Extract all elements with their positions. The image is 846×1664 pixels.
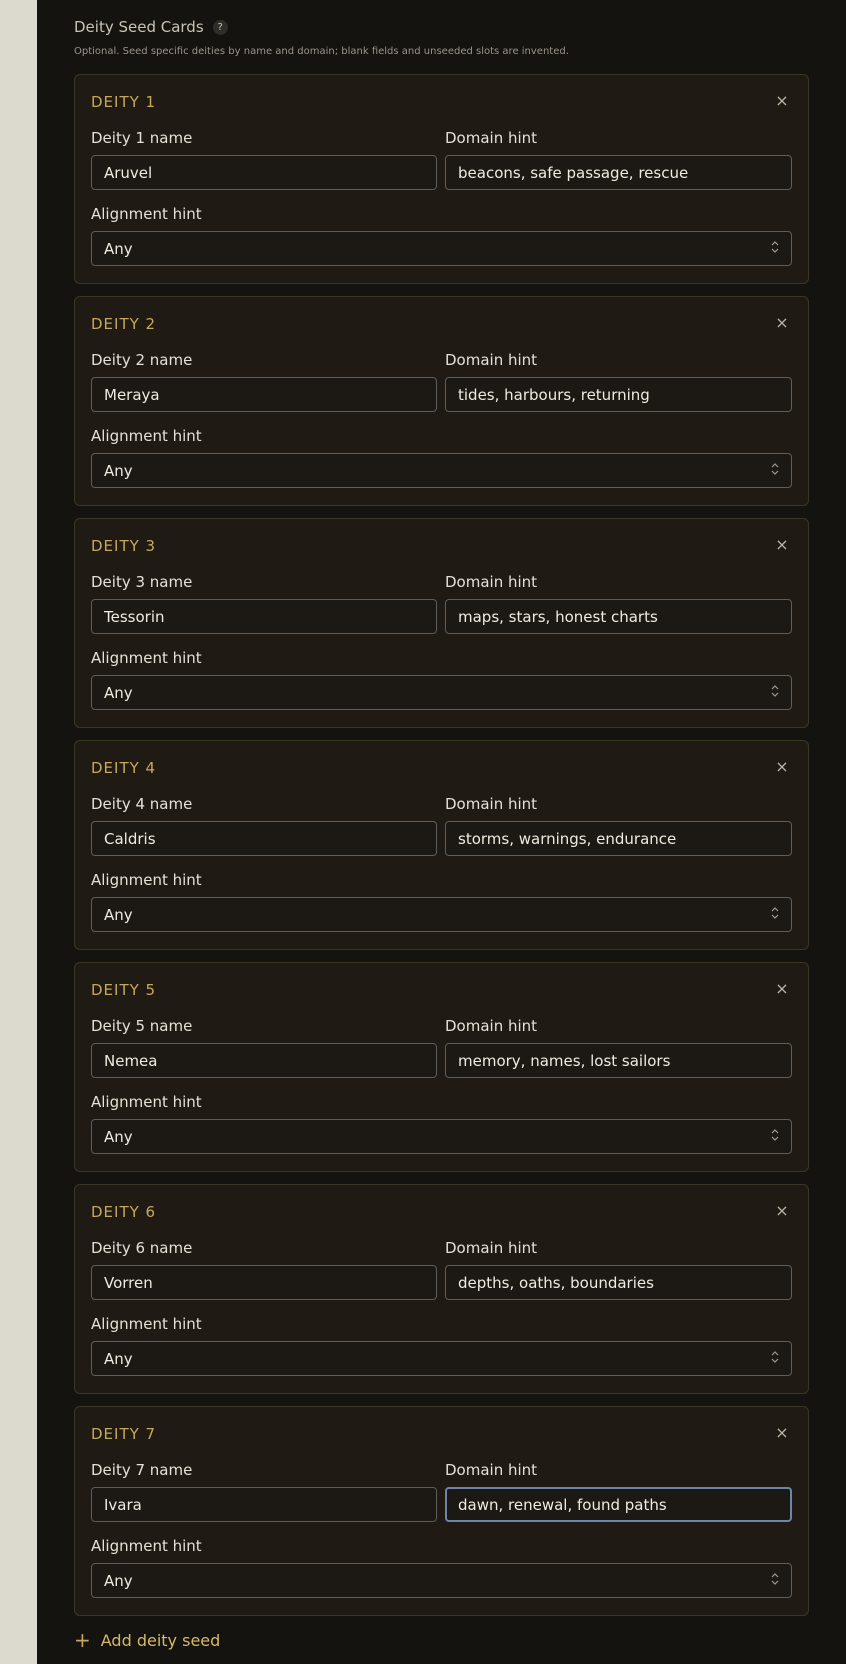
chevron-updown-icon [771, 1573, 779, 1588]
alignment-hint-select[interactable]: Any [91, 453, 792, 488]
domain-hint-label: Domain hint [445, 573, 538, 591]
domain-hint-label: Domain hint [445, 351, 538, 369]
domain-hint-input[interactable] [445, 599, 792, 634]
alignment-hint-value: Any [104, 239, 133, 258]
section-title: Deity Seed Cards [74, 18, 204, 36]
add-deity-seed-label: Add deity seed [100, 1630, 221, 1650]
chevron-updown-icon [771, 907, 779, 922]
close-icon[interactable]: × [772, 533, 792, 555]
deity-name-input[interactable] [91, 1265, 437, 1300]
section-header: Deity Seed Cards ? [74, 18, 228, 36]
deity-name-label: Deity 5 name [91, 1017, 193, 1035]
deity-card-title: DEITY 4 [91, 759, 157, 777]
deity-name-label: Deity 6 name [91, 1239, 193, 1257]
domain-hint-input[interactable] [445, 1265, 792, 1300]
close-icon[interactable]: × [772, 755, 792, 777]
deity-card: DEITY 3 × Deity 3 name Domain hint Align… [74, 518, 809, 728]
close-icon[interactable]: × [772, 977, 792, 999]
chevron-updown-icon [771, 685, 779, 700]
domain-hint-label: Domain hint [445, 129, 538, 147]
deity-card: DEITY 4 × Deity 4 name Domain hint Align… [74, 740, 809, 950]
domain-hint-label: Domain hint [445, 1239, 538, 1257]
deity-card-title: DEITY 6 [91, 1203, 157, 1221]
alignment-hint-label: Alignment hint [91, 871, 202, 889]
alignment-hint-select[interactable]: Any [91, 897, 792, 932]
deity-card-title: DEITY 1 [91, 93, 157, 111]
deity-name-input[interactable] [91, 1487, 437, 1522]
deity-card: DEITY 5 × Deity 5 name Domain hint Align… [74, 962, 809, 1172]
section-description: Optional. Seed specific deities by name … [74, 46, 569, 57]
deity-card-title: DEITY 7 [91, 1425, 157, 1443]
chevron-updown-icon [771, 463, 779, 478]
deity-name-label: Deity 3 name [91, 573, 193, 591]
deity-card: DEITY 6 × Deity 6 name Domain hint Align… [74, 1184, 809, 1394]
deity-card: DEITY 1 × Deity 1 name Domain hint Align… [74, 74, 809, 284]
close-icon[interactable]: × [772, 1421, 792, 1443]
plus-icon: + [74, 1628, 91, 1652]
deity-card: DEITY 7 × Deity 7 name Domain hint Align… [74, 1406, 809, 1616]
alignment-hint-value: Any [104, 683, 133, 702]
alignment-hint-select[interactable]: Any [91, 231, 792, 266]
deity-name-label: Deity 1 name [91, 129, 193, 147]
deity-name-input[interactable] [91, 1043, 437, 1078]
alignment-hint-value: Any [104, 1127, 133, 1146]
help-icon[interactable]: ? [212, 19, 228, 35]
alignment-hint-value: Any [104, 905, 133, 924]
chevron-updown-icon [771, 241, 779, 256]
deity-name-label: Deity 2 name [91, 351, 193, 369]
deity-card: DEITY 2 × Deity 2 name Domain hint Align… [74, 296, 809, 506]
domain-hint-label: Domain hint [445, 795, 538, 813]
deity-name-input[interactable] [91, 599, 437, 634]
chevron-updown-icon [771, 1351, 779, 1366]
domain-hint-input[interactable] [445, 821, 792, 856]
alignment-hint-select[interactable]: Any [91, 1563, 792, 1598]
deity-name-input[interactable] [91, 377, 437, 412]
alignment-hint-label: Alignment hint [91, 649, 202, 667]
domain-hint-input[interactable] [445, 155, 792, 190]
alignment-hint-label: Alignment hint [91, 205, 202, 223]
alignment-hint-value: Any [104, 461, 133, 480]
close-icon[interactable]: × [772, 311, 792, 333]
domain-hint-label: Domain hint [445, 1017, 538, 1035]
deity-name-input[interactable] [91, 155, 437, 190]
alignment-hint-label: Alignment hint [91, 1093, 202, 1111]
deity-name-label: Deity 7 name [91, 1461, 193, 1479]
deity-card-title: DEITY 2 [91, 315, 157, 333]
alignment-hint-label: Alignment hint [91, 427, 202, 445]
deity-name-input[interactable] [91, 821, 437, 856]
alignment-hint-label: Alignment hint [91, 1315, 202, 1333]
alignment-hint-select[interactable]: Any [91, 1341, 792, 1376]
deity-name-label: Deity 4 name [91, 795, 193, 813]
alignment-hint-select[interactable]: Any [91, 675, 792, 710]
close-icon[interactable]: × [772, 1199, 792, 1221]
alignment-hint-select[interactable]: Any [91, 1119, 792, 1154]
deity-card-title: DEITY 5 [91, 981, 157, 999]
domain-hint-input[interactable] [445, 1487, 792, 1522]
alignment-hint-label: Alignment hint [91, 1537, 202, 1555]
close-icon[interactable]: × [772, 89, 792, 111]
add-deity-seed-button[interactable]: + Add deity seed [74, 1630, 220, 1650]
domain-hint-input[interactable] [445, 1043, 792, 1078]
domain-hint-input[interactable] [445, 377, 792, 412]
chevron-updown-icon [771, 1129, 779, 1144]
deity-card-title: DEITY 3 [91, 537, 157, 555]
deity-card-list: DEITY 1 × Deity 1 name Domain hint Align… [74, 74, 809, 1628]
alignment-hint-value: Any [104, 1349, 133, 1368]
domain-hint-label: Domain hint [445, 1461, 538, 1479]
alignment-hint-value: Any [104, 1571, 133, 1590]
